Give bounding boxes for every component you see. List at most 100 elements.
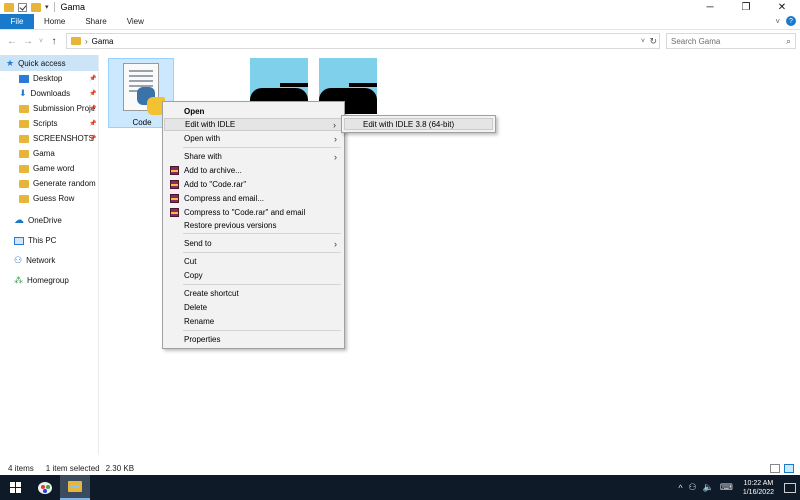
properties-quick-icon[interactable] bbox=[18, 2, 27, 12]
sidebar-item-submission[interactable]: Submission Proje 📌 bbox=[0, 101, 98, 116]
sidebar-item-quick-access[interactable]: ★ Quick access bbox=[0, 55, 98, 71]
computer-icon bbox=[14, 236, 24, 245]
close-button[interactable]: ✕ bbox=[764, 0, 800, 14]
folder-icon bbox=[4, 2, 14, 12]
menu-item-delete[interactable]: Delete bbox=[164, 301, 343, 314]
maximize-button[interactable]: ❐ bbox=[728, 0, 764, 14]
menu-item-copy[interactable]: Copy bbox=[164, 269, 343, 282]
menu-separator bbox=[183, 233, 341, 234]
selection-status: 1 item selected bbox=[45, 463, 100, 473]
homegroup-icon: ⁂ bbox=[14, 275, 23, 285]
minimize-button[interactable]: ─ bbox=[692, 0, 728, 14]
sidebar-item-desktop[interactable]: Desktop 📌 bbox=[0, 71, 98, 86]
menu-item-label: Add to "Code.rar" bbox=[184, 180, 247, 189]
sidebar-item-label: Network bbox=[26, 256, 56, 265]
menu-item-edit-with-idle[interactable]: Edit with IDLE › bbox=[164, 118, 343, 131]
winrar-icon bbox=[170, 166, 179, 175]
menu-item-send-to[interactable]: Send to › bbox=[164, 237, 343, 250]
desktop-icon bbox=[19, 74, 29, 83]
quick-access-toolbar-dropdown-icon[interactable]: ▾ bbox=[45, 3, 49, 11]
volume-icon[interactable]: 🔈 bbox=[703, 482, 714, 493]
address-bar[interactable]: › Gama ˅ ↻ bbox=[66, 33, 660, 49]
folder-icon bbox=[71, 37, 81, 45]
sidebar-item-label: Generate random n bbox=[33, 179, 98, 188]
menu-item-rename[interactable]: Rename bbox=[164, 315, 343, 328]
sidebar-item-game-word[interactable]: Game word bbox=[0, 161, 98, 176]
menu-separator bbox=[183, 330, 341, 331]
menu-item-edit-with-idle-38[interactable]: Edit with IDLE 3.8 (64-bit) bbox=[344, 118, 493, 130]
breadcrumb-chevron-icon[interactable]: › bbox=[85, 37, 88, 46]
new-folder-quick-icon[interactable] bbox=[31, 2, 41, 12]
tab-home[interactable]: Home bbox=[34, 14, 75, 29]
system-tray: ^ ⚇ 🔈 ⌨ 10:22 AM 1/16/2022 bbox=[678, 475, 796, 500]
recent-locations-icon[interactable]: ˅ bbox=[36, 38, 46, 45]
search-box[interactable]: ⌕ bbox=[666, 33, 796, 49]
tray-chevron-icon[interactable]: ^ bbox=[678, 483, 682, 493]
address-row: ← → ˅ ↑ › Gama ˅ ↻ ⌕ bbox=[0, 31, 800, 51]
menu-item-compress-to-code-rar-email[interactable]: Compress to "Code.rar" and email bbox=[164, 206, 343, 219]
sidebar-item-label: SCREENSHOTS bbox=[33, 134, 94, 143]
sidebar-item-guess-row[interactable]: Guess Row bbox=[0, 191, 98, 206]
refresh-icon[interactable]: ↻ bbox=[649, 36, 657, 47]
forward-button[interactable]: → bbox=[20, 36, 36, 47]
sidebar-item-label: OneDrive bbox=[28, 216, 62, 225]
menu-item-share-with[interactable]: Share with › bbox=[164, 150, 343, 163]
pin-icon: 📌 bbox=[89, 121, 97, 127]
sidebar-item-scripts[interactable]: Scripts 📌 bbox=[0, 116, 98, 131]
tank-barrel bbox=[280, 83, 308, 87]
address-dropdown-icon[interactable]: ˅ bbox=[641, 38, 645, 45]
menu-item-cut[interactable]: Cut bbox=[164, 255, 343, 268]
menu-item-add-to-archive[interactable]: Add to archive... bbox=[164, 164, 343, 177]
sidebar-item-network[interactable]: ⚇ Network bbox=[0, 253, 98, 268]
taskbar-app-file-explorer[interactable] bbox=[60, 475, 90, 500]
sidebar-item-label: Desktop bbox=[33, 74, 63, 83]
sidebar-item-downloads[interactable]: ⬇ Downloads 📌 bbox=[0, 86, 98, 101]
pin-icon: 📌 bbox=[89, 106, 97, 112]
keyboard-icon[interactable]: ⌨ bbox=[720, 482, 733, 493]
status-bar: 4 items 1 item selected 2.30 KB bbox=[0, 461, 800, 475]
menu-item-properties[interactable]: Properties bbox=[164, 333, 343, 346]
sidebar-item-label: Submission Proje bbox=[33, 104, 96, 113]
up-button[interactable]: ↑ bbox=[46, 36, 62, 47]
menu-item-add-to-code-rar[interactable]: Add to "Code.rar" bbox=[164, 178, 343, 191]
sidebar-item-screenshots[interactable]: SCREENSHOTS 📌 bbox=[0, 131, 98, 146]
sidebar-item-generate-random[interactable]: Generate random n bbox=[0, 176, 98, 191]
tab-file[interactable]: File bbox=[0, 14, 34, 29]
folder-icon bbox=[19, 134, 29, 143]
sidebar-item-this-pc[interactable]: This PC bbox=[0, 233, 98, 248]
sidebar-item-label: Gama bbox=[33, 149, 55, 158]
expand-ribbon-icon[interactable]: ˅ bbox=[775, 17, 780, 26]
menu-item-open[interactable]: Open bbox=[164, 105, 343, 118]
search-icon: ⌕ bbox=[785, 36, 791, 46]
selection-size: 2.30 KB bbox=[105, 463, 135, 473]
menu-item-restore-previous-versions[interactable]: Restore previous versions bbox=[164, 219, 343, 232]
pin-icon: 📌 bbox=[89, 76, 97, 82]
menu-item-create-shortcut[interactable]: Create shortcut bbox=[164, 287, 343, 300]
submenu-arrow-icon: › bbox=[334, 151, 337, 162]
tab-view[interactable]: View bbox=[117, 14, 154, 29]
sidebar-item-homegroup[interactable]: ⁂ Homegroup bbox=[0, 273, 98, 288]
menu-item-label: Send to bbox=[184, 239, 212, 248]
submenu-arrow-icon: › bbox=[333, 119, 336, 130]
menu-item-compress-and-email[interactable]: Compress and email... bbox=[164, 192, 343, 205]
tab-share[interactable]: Share bbox=[75, 14, 116, 29]
large-icons-view-icon[interactable] bbox=[784, 463, 794, 473]
sidebar-item-gama[interactable]: Gama bbox=[0, 146, 98, 161]
network-icon[interactable]: ⚇ bbox=[689, 482, 697, 493]
start-button[interactable] bbox=[0, 475, 30, 500]
breadcrumb[interactable]: Gama bbox=[92, 37, 114, 46]
windows-logo-icon bbox=[9, 482, 21, 493]
search-input[interactable] bbox=[671, 36, 781, 46]
sidebar-item-onedrive[interactable]: ☁ OneDrive bbox=[0, 213, 98, 228]
menu-item-label: Open with bbox=[184, 134, 221, 143]
clock[interactable]: 10:22 AM 1/16/2022 bbox=[743, 479, 774, 497]
menu-item-open-with[interactable]: Open with › bbox=[164, 132, 343, 145]
notification-icon[interactable] bbox=[784, 482, 796, 493]
back-button[interactable]: ← bbox=[4, 36, 20, 47]
submenu-arrow-icon: › bbox=[334, 238, 337, 249]
taskbar-app-paint[interactable] bbox=[30, 475, 60, 500]
help-icon[interactable]: ? bbox=[786, 16, 796, 26]
clock-date: 1/16/2022 bbox=[742, 488, 774, 496]
details-view-icon[interactable] bbox=[770, 463, 780, 473]
folder-icon bbox=[19, 119, 29, 128]
